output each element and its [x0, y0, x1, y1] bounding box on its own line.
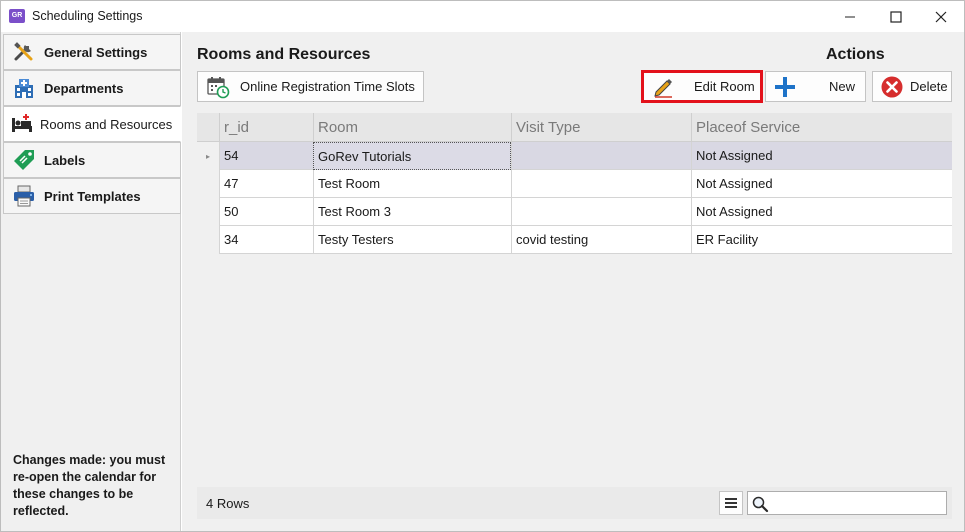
cell-visit-type[interactable]	[511, 198, 691, 226]
sidebar-item-labels[interactable]: Labels	[3, 142, 181, 178]
sidebar-item-general-settings[interactable]: General Settings	[3, 34, 181, 70]
tag-icon	[12, 148, 36, 172]
close-button[interactable]	[918, 1, 964, 32]
grid-search-box[interactable]	[747, 491, 947, 515]
sidebar-item-label: General Settings	[44, 44, 148, 60]
edit-room-label: Edit Room	[694, 79, 755, 94]
delete-button[interactable]: Delete	[872, 71, 952, 102]
printer-icon	[12, 184, 36, 208]
scheduling-settings-window: GR Scheduling Settings General Settings	[0, 0, 965, 532]
cell-place-of-service[interactable]: Not Assigned	[691, 142, 952, 170]
hamburger-menu-icon	[725, 498, 737, 508]
column-header-visit-type[interactable]: Visit Type	[511, 113, 691, 142]
row-indicator	[197, 198, 219, 226]
sidebar-item-label: Rooms and Resources	[40, 116, 173, 132]
column-menu-button[interactable]	[719, 491, 743, 515]
search-input[interactable]	[772, 494, 944, 512]
section-title: Rooms and Resources	[197, 46, 371, 63]
cell-room[interactable]: Test Room	[313, 170, 511, 198]
bed-icon	[10, 112, 34, 136]
column-header-place-of-service[interactable]: Placeof Service	[691, 113, 952, 142]
row-count-label: 4 Rows	[206, 496, 250, 511]
sidebar-item-rooms-and-resources[interactable]: Rooms and Resources	[3, 106, 181, 142]
table-row[interactable]: 34 Testy Testers covid testing ER Facili…	[197, 226, 952, 254]
cell-r-id[interactable]: 54	[219, 142, 313, 170]
search-icon	[751, 495, 769, 513]
cell-place-of-service[interactable]: ER Facility	[691, 226, 952, 254]
close-icon	[935, 11, 947, 22]
row-indicator	[197, 170, 219, 198]
row-indicator	[197, 226, 219, 254]
table-row[interactable]: ▸ 54 GoRev Tutorials Not Assigned	[197, 142, 952, 170]
tools-icon	[12, 40, 36, 64]
pencil-icon	[652, 76, 674, 98]
cell-r-id[interactable]: 47	[219, 170, 313, 198]
settings-sidebar: General Settings Departments Rooms and R…	[1, 32, 181, 531]
new-button[interactable]: New	[765, 71, 866, 102]
table-row[interactable]: 50 Test Room 3 Not Assigned	[197, 198, 952, 226]
cell-r-id[interactable]: 50	[219, 198, 313, 226]
rooms-and-resources-panel: Rooms and Resources Actions Online Regis…	[182, 32, 964, 531]
edit-room-button[interactable]: Edit Room	[641, 70, 763, 103]
calendar-clock-icon	[206, 75, 230, 99]
online-registration-time-slots-button[interactable]: Online Registration Time Slots	[197, 71, 424, 102]
minimize-icon	[845, 16, 855, 17]
column-header-room[interactable]: Room	[313, 113, 511, 142]
table-row[interactable]: 47 Test Room Not Assigned	[197, 170, 952, 198]
minimize-button[interactable]	[827, 1, 873, 32]
cell-place-of-service[interactable]: Not Assigned	[691, 170, 952, 198]
reopen-calendar-note: Changes made: you must re-open the calen…	[13, 453, 166, 518]
cell-room[interactable]: Test Room 3	[313, 198, 511, 226]
cell-r-id[interactable]: 34	[219, 226, 313, 254]
title-bar: GR Scheduling Settings	[1, 1, 964, 32]
maximize-icon	[890, 10, 902, 23]
actions-title: Actions	[826, 46, 885, 63]
cell-visit-type[interactable]: covid testing	[511, 226, 691, 254]
grid-footer: 4 Rows	[197, 487, 952, 519]
cell-room[interactable]: GoRev Tutorials	[313, 142, 511, 170]
sidebar-item-print-templates[interactable]: Print Templates	[3, 178, 181, 214]
online-registration-time-slots-label: Online Registration Time Slots	[240, 79, 415, 94]
delete-label: Delete	[910, 79, 948, 94]
sidebar-item-label: Departments	[44, 80, 124, 96]
hospital-building-icon	[12, 76, 36, 100]
sidebar-item-label: Labels	[44, 152, 86, 168]
plus-icon	[774, 76, 796, 98]
rooms-grid: r_id Room Visit Type Placeof Service ▸ 5…	[197, 113, 952, 487]
cell-place-of-service[interactable]: Not Assigned	[691, 198, 952, 226]
sidebar-item-departments[interactable]: Departments	[3, 70, 181, 106]
cell-visit-type[interactable]	[511, 142, 691, 170]
cell-visit-type[interactable]	[511, 170, 691, 198]
delete-circle-x-icon	[880, 75, 904, 99]
sidebar-item-label: Print Templates	[44, 188, 141, 204]
new-label: New	[829, 79, 856, 94]
column-header-r-id[interactable]: r_id	[219, 113, 313, 142]
window-title: Scheduling Settings	[32, 9, 143, 23]
row-indicator-icon: ▸	[197, 142, 219, 170]
maximize-button[interactable]	[873, 1, 919, 32]
app-logo-icon: GR	[9, 9, 25, 23]
grid-header: r_id Room Visit Type Placeof Service	[197, 113, 952, 142]
cell-room[interactable]: Testy Testers	[313, 226, 511, 254]
